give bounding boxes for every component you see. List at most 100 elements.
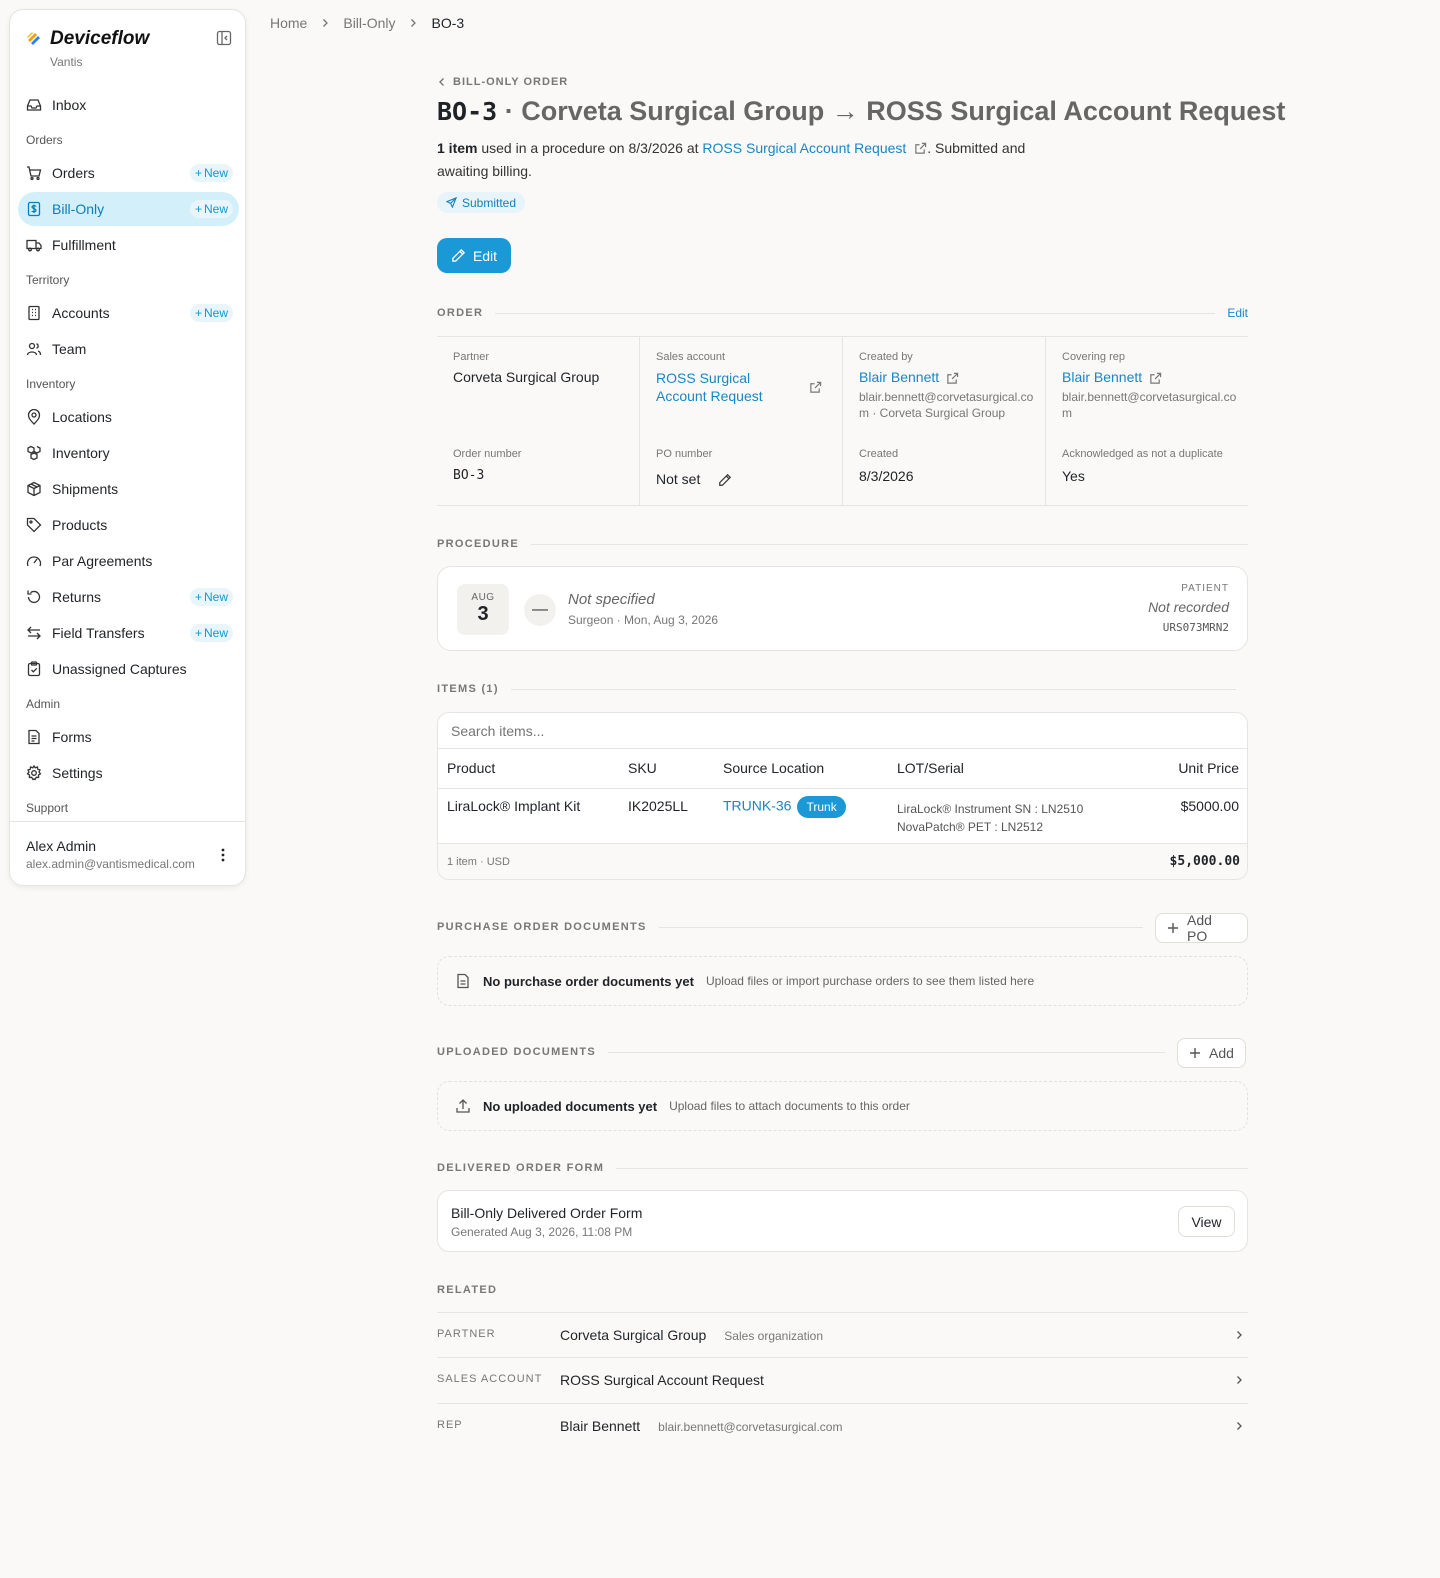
order-details-grid: Partner Corveta Surgical Group Order num…	[437, 336, 1248, 506]
add-upload-button[interactable]: Add	[1177, 1038, 1246, 1068]
rotate-ccw-icon	[27, 590, 41, 604]
patient-label: PATIENT	[1181, 583, 1229, 594]
field-label: Order number	[453, 448, 522, 460]
brand[interactable]: Deviceflow	[26, 28, 149, 50]
sidebar-item-label: Field Transfers	[52, 625, 145, 641]
po-number-value: Not set	[656, 471, 701, 487]
field-label: Created	[859, 448, 899, 460]
new-bill-only-button[interactable]: + New	[189, 200, 233, 218]
po-docs-empty: No purchase order documents yet Upload f…	[437, 956, 1248, 1006]
items-total: $5,000.00	[1169, 854, 1240, 869]
uploads-empty: No uploaded documents yet Upload files t…	[437, 1081, 1248, 1131]
surgeon-sub: Surgeon · Mon, Aug 3, 2026	[568, 613, 719, 627]
lot-line: LiraLock® Instrument SN : LN2510	[897, 802, 1084, 816]
field-label: Partner	[453, 351, 490, 363]
column-header-sku[interactable]: SKU	[628, 760, 657, 776]
new-return-button[interactable]: + New	[189, 588, 233, 606]
more-vertical-icon[interactable]	[215, 846, 231, 864]
sidebar-item-field-transfers[interactable]: Field Transfers + New	[18, 616, 239, 650]
new-label: New	[203, 626, 228, 640]
external-link-icon[interactable]	[1149, 372, 1162, 385]
sidebar-item-returns[interactable]: Returns + New	[18, 580, 239, 614]
column-header-unit-price[interactable]: Unit Price	[1178, 760, 1239, 776]
field-label: Created by	[859, 351, 913, 363]
order-section-header: ORDER Edit	[437, 306, 1248, 320]
pencil-icon[interactable]	[718, 473, 732, 487]
items-footer-count: 1 item · USD	[447, 856, 510, 868]
sidebar-item-inbox[interactable]: Inbox	[18, 88, 239, 122]
new-order-button[interactable]: + New	[189, 164, 233, 182]
sidebar-item-forms[interactable]: Forms	[18, 720, 239, 754]
order-col-created-by: Created by Blair Bennett blair.bennett@c…	[843, 337, 1046, 505]
related-row-rep[interactable]: REP Blair Bennett blair.bennett@corvetasu…	[437, 1403, 1248, 1448]
add-po-label: Add PO	[1187, 912, 1212, 944]
sidebar-item-fulfillment[interactable]: Fulfillment	[18, 228, 239, 262]
breadcrumb-bill-only[interactable]: Bill-Only	[343, 15, 395, 31]
external-link-icon[interactable]	[914, 142, 927, 155]
dof-generated: Generated Aug 3, 2026, 11:08 PM	[451, 1225, 633, 1239]
patient-value: Not recorded	[1148, 599, 1229, 615]
new-field-transfer-button[interactable]: + New	[189, 624, 233, 642]
section-title: ITEMS (1)	[437, 683, 499, 695]
sidebar-item-bill-only[interactable]: Bill-Only + New	[18, 192, 239, 226]
location-link[interactable]: TRUNK-36	[723, 798, 791, 814]
page-title: BO-3 · Corveta Surgical Group → ROSS Sur…	[437, 96, 1285, 127]
file-text-icon	[28, 729, 40, 745]
sidebar-item-team[interactable]: Team	[18, 332, 239, 366]
sidebar-collapse-icon[interactable]	[216, 30, 232, 46]
column-header-source-location[interactable]: Source Location	[723, 760, 824, 776]
user-name[interactable]: Alex Admin	[26, 838, 96, 854]
view-button[interactable]: View	[1178, 1206, 1235, 1237]
external-link-icon[interactable]	[946, 372, 959, 385]
sales-account-link[interactable]: ROSS Surgical Account Request	[656, 369, 786, 405]
breadcrumb-current: BO-3	[431, 15, 465, 31]
related-value-text: Corveta Surgical Group	[560, 1327, 707, 1343]
created-value: 8/3/2026	[859, 468, 914, 484]
nav-section-orders: Orders	[26, 133, 63, 147]
sidebar-item-products[interactable]: Products	[18, 508, 239, 542]
sidebar-item-unassigned-captures[interactable]: Unassigned Captures	[18, 652, 239, 686]
related-row-sales-account[interactable]: SALES ACCOUNT ROSS Surgical Account Requ…	[437, 1357, 1248, 1402]
add-po-button[interactable]: Add PO	[1155, 912, 1248, 944]
new-label: New	[203, 306, 228, 320]
related-row-partner[interactable]: PARTNER Corveta Surgical Group Sales orga…	[437, 1312, 1248, 1357]
org-name: Vantis	[50, 55, 83, 69]
covering-rep-link[interactable]: Blair Bennett	[1062, 369, 1142, 385]
created-by-link[interactable]: Blair Bennett	[859, 369, 939, 385]
new-label: New	[203, 202, 228, 216]
sidebar-item-label: Locations	[52, 409, 112, 425]
cart-icon	[27, 166, 42, 181]
covering-rep-sub: blair.bennett@corvetasurgical.com	[1062, 390, 1237, 420]
summary-account-link[interactable]: ROSS Surgical Account Request	[702, 140, 906, 156]
duplicate-ack-value: Yes	[1062, 468, 1085, 484]
sidebar-item-locations[interactable]: Locations	[18, 400, 239, 434]
sidebar-item-settings[interactable]: Settings	[18, 756, 239, 790]
map-pin-icon	[27, 409, 41, 425]
chevron-left-icon	[439, 78, 444, 86]
external-link-icon[interactable]	[809, 381, 822, 394]
status-label: Submitted	[462, 195, 517, 210]
column-header-lot-serial[interactable]: LOT/Serial	[897, 760, 964, 776]
sidebar-item-label: Inventory	[52, 445, 110, 461]
new-account-button[interactable]: + New	[189, 304, 233, 322]
sidebar-item-shipments[interactable]: Shipments	[18, 472, 239, 506]
item-count: 1 item	[437, 140, 478, 156]
sidebar-item-label: Returns	[52, 589, 102, 605]
sidebar-item-label: Unassigned Captures	[52, 661, 187, 677]
back-link[interactable]: BILL-ONLY ORDER	[437, 76, 568, 88]
edit-button[interactable]: Edit	[437, 238, 511, 273]
field-label: Acknowledged as not a duplicate	[1062, 448, 1223, 460]
sidebar-item-label: Settings	[52, 765, 103, 781]
sidebar-item-inventory[interactable]: Inventory	[18, 436, 239, 470]
breadcrumb-home[interactable]: Home	[270, 15, 307, 31]
sidebar-item-orders[interactable]: Orders + New	[18, 156, 239, 190]
inbox-icon	[26, 99, 42, 111]
order-edit-link[interactable]: Edit	[1227, 306, 1248, 320]
column-header-product[interactable]: Product	[447, 760, 495, 776]
sidebar-item-par-agreements[interactable]: Par Agreements	[18, 544, 239, 578]
sidebar-item-accounts[interactable]: Accounts + New	[18, 296, 239, 330]
empty-subtitle: Upload files or import purchase orders t…	[705, 974, 1035, 988]
search-items-input[interactable]	[438, 713, 1247, 749]
order-col-sales: Sales account ROSS Surgical Account Requ…	[640, 337, 843, 505]
dof-title: Bill-Only Delivered Order Form	[451, 1205, 643, 1221]
